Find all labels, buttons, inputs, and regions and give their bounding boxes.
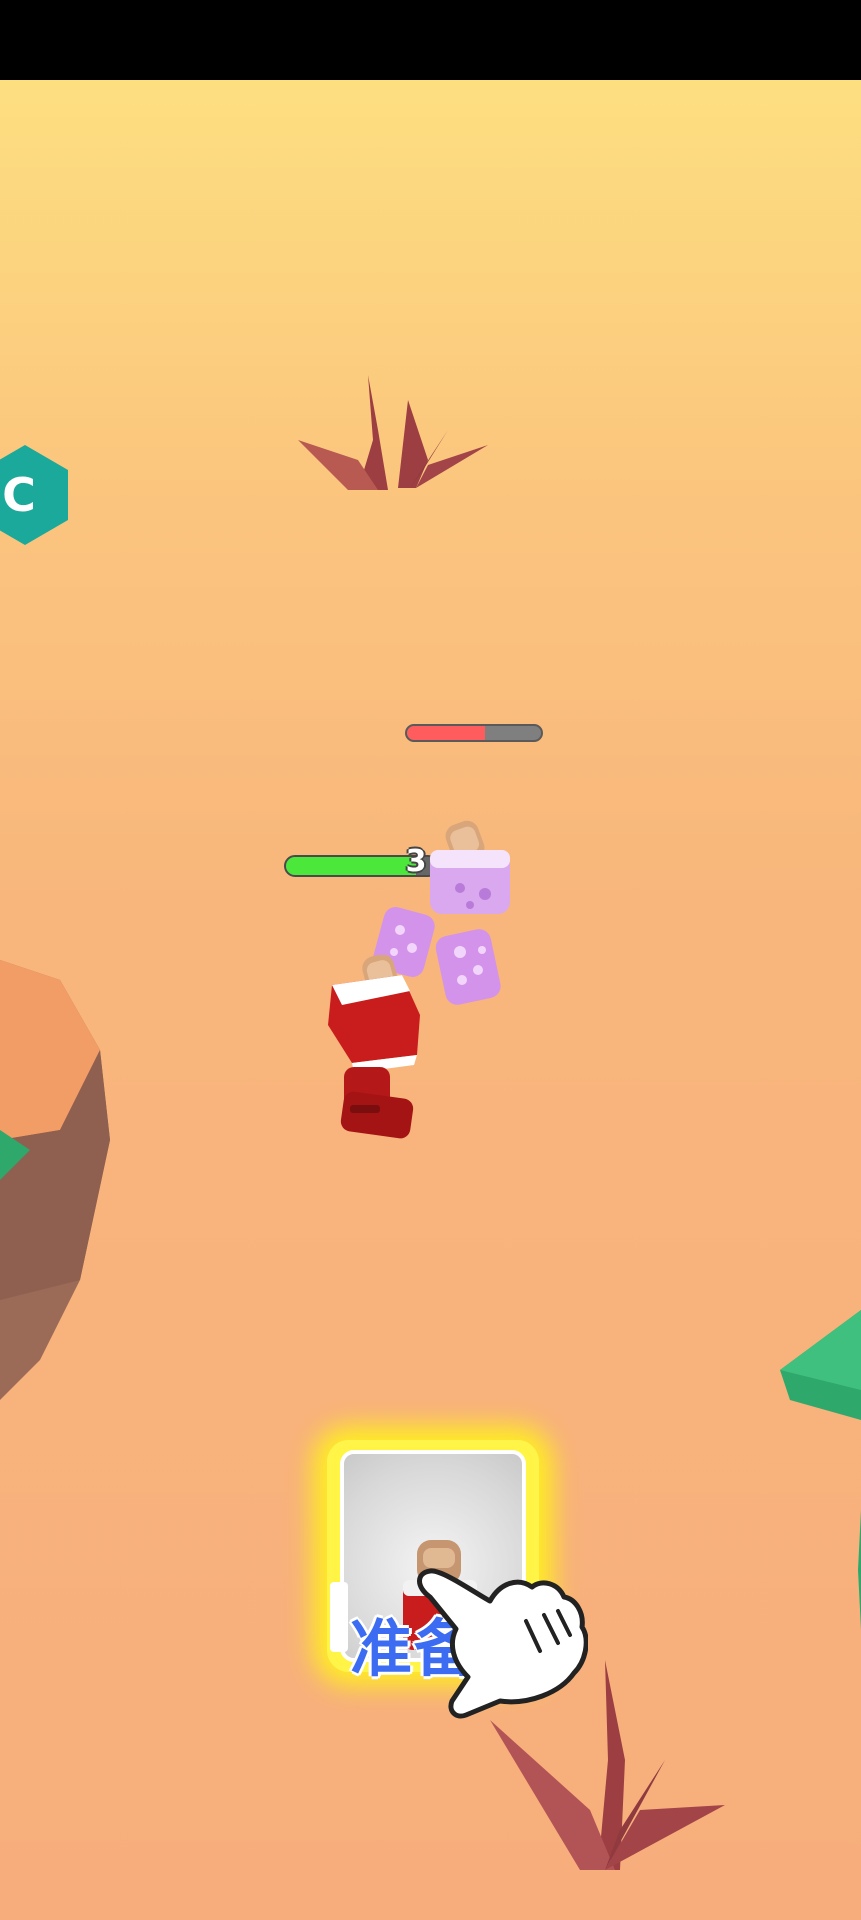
level-badge-label: C: [2, 468, 36, 522]
game-scene[interactable]: C 3 准备: [0, 80, 861, 1920]
left-rock: [0, 960, 110, 1400]
right-tree: [780, 1310, 861, 1630]
player-toaster-unit[interactable]: [322, 955, 432, 1145]
enemy-health-fill: [407, 726, 485, 740]
tap-hand-icon: [417, 1568, 588, 1719]
status-bar: [0, 0, 861, 80]
enemy-health-bar: [405, 724, 543, 742]
plant-top: [298, 375, 488, 490]
card-side-tab: [330, 1582, 348, 1652]
